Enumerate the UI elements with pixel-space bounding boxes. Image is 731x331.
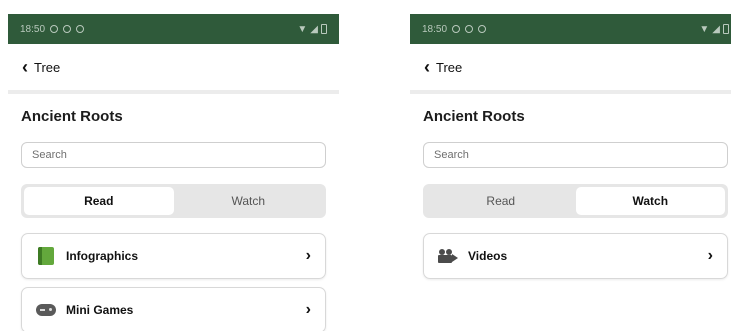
- chevron-right-icon: ›: [305, 247, 311, 264]
- battery-icon: [723, 24, 729, 34]
- screen-read: 18:50 ▼ ◢ ‹ Tree Ancient Roots Search Re…: [8, 14, 339, 331]
- screen-watch: 18:50 ▼ ◢ ‹ Tree Ancient Roots Search Re…: [410, 14, 731, 331]
- battery-icon: [321, 24, 327, 34]
- nav-bar[interactable]: ‹ Tree: [8, 44, 339, 90]
- back-label[interactable]: Tree: [436, 60, 462, 75]
- chevron-right-icon: ›: [305, 301, 311, 318]
- page-title: Ancient Roots: [21, 108, 123, 125]
- book-icon: [38, 247, 54, 265]
- signal-icon: ◢: [310, 23, 318, 35]
- nav-bar[interactable]: ‹ Tree: [410, 44, 731, 90]
- status-bar: 18:50 ▼ ◢: [8, 14, 339, 44]
- chevron-right-icon: ›: [707, 247, 713, 264]
- search-input[interactable]: Search: [21, 142, 326, 168]
- wifi-icon: ▼: [297, 23, 308, 35]
- list-item-label: Infographics: [66, 249, 139, 263]
- read-watch-toggle: Read Watch: [423, 184, 728, 218]
- block-icon: [465, 25, 474, 33]
- list-item-videos[interactable]: Videos ›: [423, 233, 728, 279]
- list-item-label: Videos: [468, 249, 508, 263]
- tab-read[interactable]: Read: [426, 187, 576, 215]
- list-item-label: Mini Games: [66, 303, 134, 317]
- back-label[interactable]: Tree: [34, 60, 60, 75]
- tab-watch[interactable]: Watch: [174, 187, 324, 215]
- search-input[interactable]: Search: [423, 142, 728, 168]
- signal-icon: ◢: [712, 23, 720, 35]
- page-title: Ancient Roots: [423, 108, 525, 125]
- gamepad-icon: [36, 304, 56, 316]
- whatsapp-icon: [50, 25, 59, 33]
- download-icon: [76, 25, 85, 33]
- chevron-left-icon[interactable]: ‹: [22, 58, 28, 76]
- whatsapp-icon: [452, 25, 461, 33]
- movie-camera-icon: [438, 249, 458, 263]
- wifi-icon: ▼: [699, 23, 710, 35]
- download-icon: [478, 25, 487, 33]
- status-time: 18:50: [422, 23, 448, 35]
- tab-read[interactable]: Read: [24, 187, 174, 215]
- tab-watch[interactable]: Watch: [575, 187, 725, 215]
- status-time: 18:50: [20, 23, 46, 35]
- status-bar: 18:50 ▼ ◢: [410, 14, 731, 44]
- read-watch-toggle: Read Watch: [21, 184, 326, 218]
- chevron-left-icon[interactable]: ‹: [424, 58, 430, 76]
- list-item-infographics[interactable]: Infographics ›: [21, 233, 326, 279]
- block-icon: [63, 25, 72, 33]
- list-item-mini-games[interactable]: Mini Games ›: [21, 287, 326, 331]
